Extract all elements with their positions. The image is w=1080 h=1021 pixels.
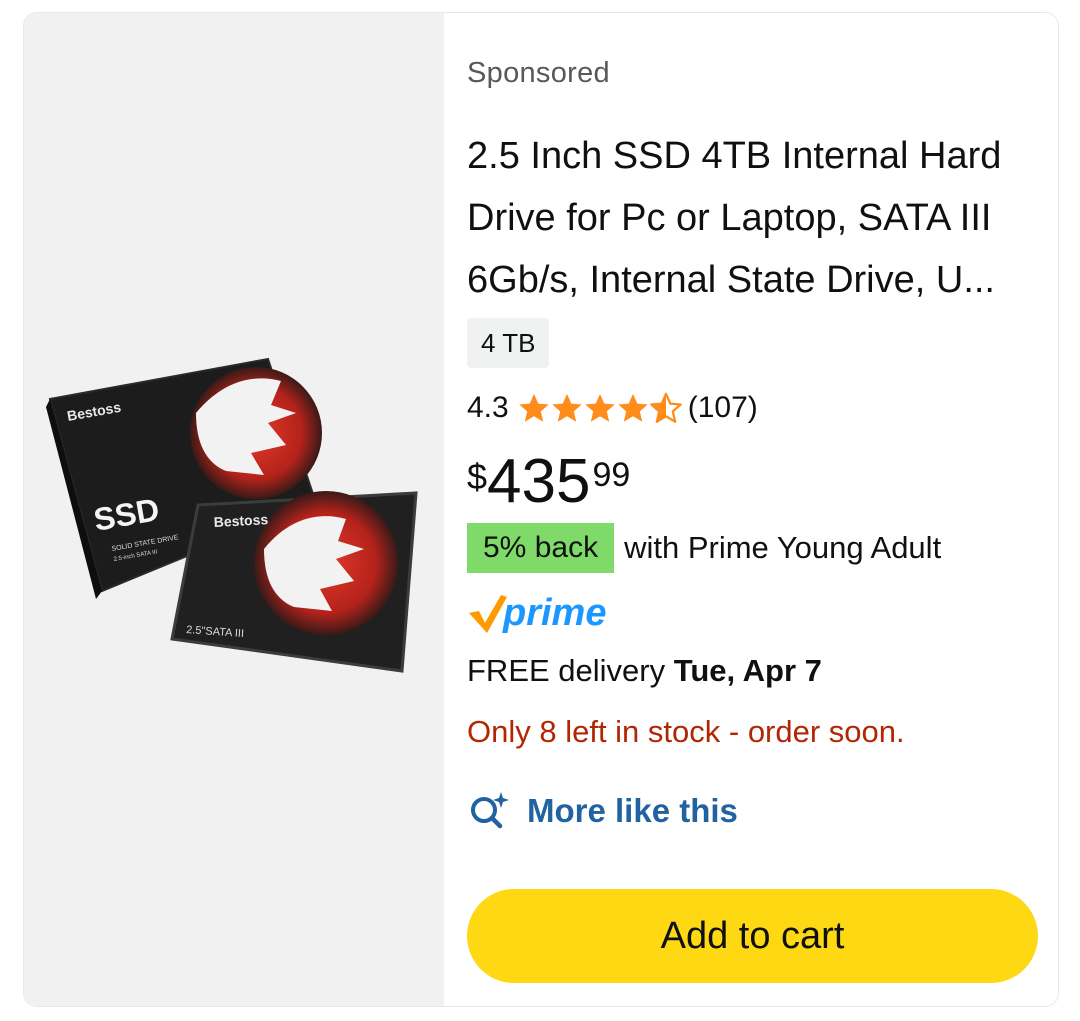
product-title[interactable]: 2.5 Inch SSD 4TB Internal Hard Drive for…: [467, 125, 1042, 311]
review-count[interactable]: (107): [688, 391, 758, 425]
product-card[interactable]: Bestoss SSD SOLID STATE DRIVE 2.5-inch S…: [23, 12, 1059, 1007]
star-icon: [551, 393, 582, 422]
product-info: Sponsored 2.5 Inch SSD 4TB Internal Hard…: [467, 13, 1047, 1006]
prime-text: prime: [502, 592, 606, 634]
cashback-badge: 5% back: [467, 523, 615, 573]
star-rating: [517, 391, 682, 425]
cashback-text: with Prime Young Adult: [624, 530, 942, 565]
drive-brand-text: Bestoss: [213, 511, 268, 530]
delivery-date: Tue, Apr 7: [673, 653, 822, 688]
half-star-icon: [649, 392, 682, 423]
rating-row[interactable]: 4.3 (107): [467, 387, 758, 429]
prime-check-icon: [469, 595, 507, 633]
product-image[interactable]: Bestoss SSD SOLID STATE DRIVE 2.5-inch S…: [46, 353, 422, 683]
variant-chip[interactable]: 4 TB: [467, 318, 550, 368]
cashback-row: 5% back with Prime Young Adult: [467, 523, 941, 573]
price-fraction: 99: [592, 456, 631, 494]
star-icon: [518, 393, 549, 422]
prime-logo: prime: [469, 592, 606, 634]
stock-warning: Only 8 left in stock - order soon.: [467, 714, 905, 749]
price: $ 435 99: [467, 449, 630, 515]
star-icon: [617, 393, 648, 422]
sparkle-search-icon: [471, 792, 509, 829]
price-symbol: $: [467, 456, 488, 497]
more-like-this-link[interactable]: More like this: [467, 783, 738, 839]
price-whole: 435: [487, 447, 591, 516]
rating-value: 4.3: [467, 391, 509, 424]
more-like-this-label: More like this: [527, 792, 738, 829]
delivery-info: FREE delivery Tue, Apr 7: [467, 649, 822, 693]
star-icon: [584, 393, 615, 422]
product-image-panel[interactable]: Bestoss SSD SOLID STATE DRIVE 2.5-inch S…: [24, 13, 444, 1006]
add-to-cart-button[interactable]: Add to cart: [467, 889, 1038, 983]
delivery-prefix: FREE delivery: [467, 653, 674, 688]
sponsored-label: Sponsored: [467, 57, 610, 89]
